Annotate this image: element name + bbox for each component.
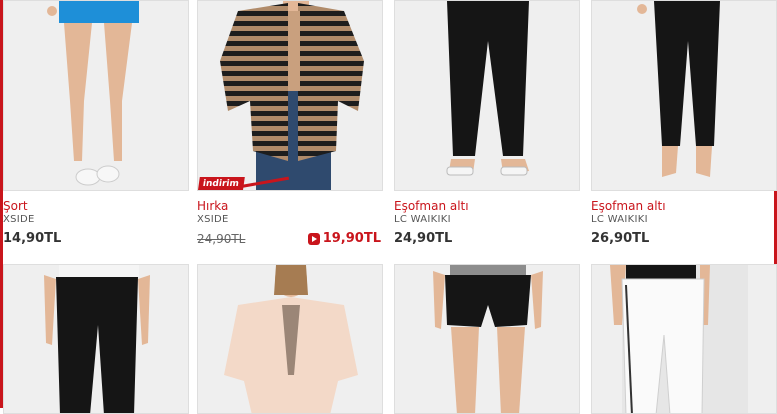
product-title[interactable]: Hırka: [197, 199, 228, 213]
product-image-leggings[interactable]: [591, 0, 777, 191]
product-image-black-pants[interactable]: [3, 264, 189, 414]
product-brand: LC WAIKIKI: [591, 214, 648, 225]
product-sale-price: 19,90TL: [307, 231, 381, 246]
product-title[interactable]: Eşofman altı: [591, 199, 666, 213]
product-image-lace-cardigan[interactable]: [197, 264, 383, 414]
product-title[interactable]: Şort: [3, 199, 28, 213]
product-brand: LC WAIKIKI: [394, 214, 451, 225]
product-image-black-shorts[interactable]: [394, 264, 580, 414]
product-price: 24,90TL: [394, 231, 453, 246]
product-price: 26,90TL: [591, 231, 650, 246]
product-image-shorts[interactable]: [3, 0, 189, 191]
product-price: 14,90TL: [3, 231, 62, 246]
product-image-white-pants[interactable]: [591, 264, 777, 414]
product-title[interactable]: Eşofman altı: [394, 199, 469, 213]
product-sale-price-value: 19,90TL: [322, 231, 381, 246]
product-image-sweatpants[interactable]: [394, 0, 580, 191]
arrow-right-icon: [307, 232, 320, 245]
product-old-price: 24,90TL: [197, 232, 246, 246]
product-brand: XSIDE: [197, 214, 229, 225]
discount-badge: indirim: [198, 177, 245, 190]
product-image-cardigan[interactable]: indirim: [197, 0, 383, 191]
product-brand: XSIDE: [3, 214, 35, 225]
